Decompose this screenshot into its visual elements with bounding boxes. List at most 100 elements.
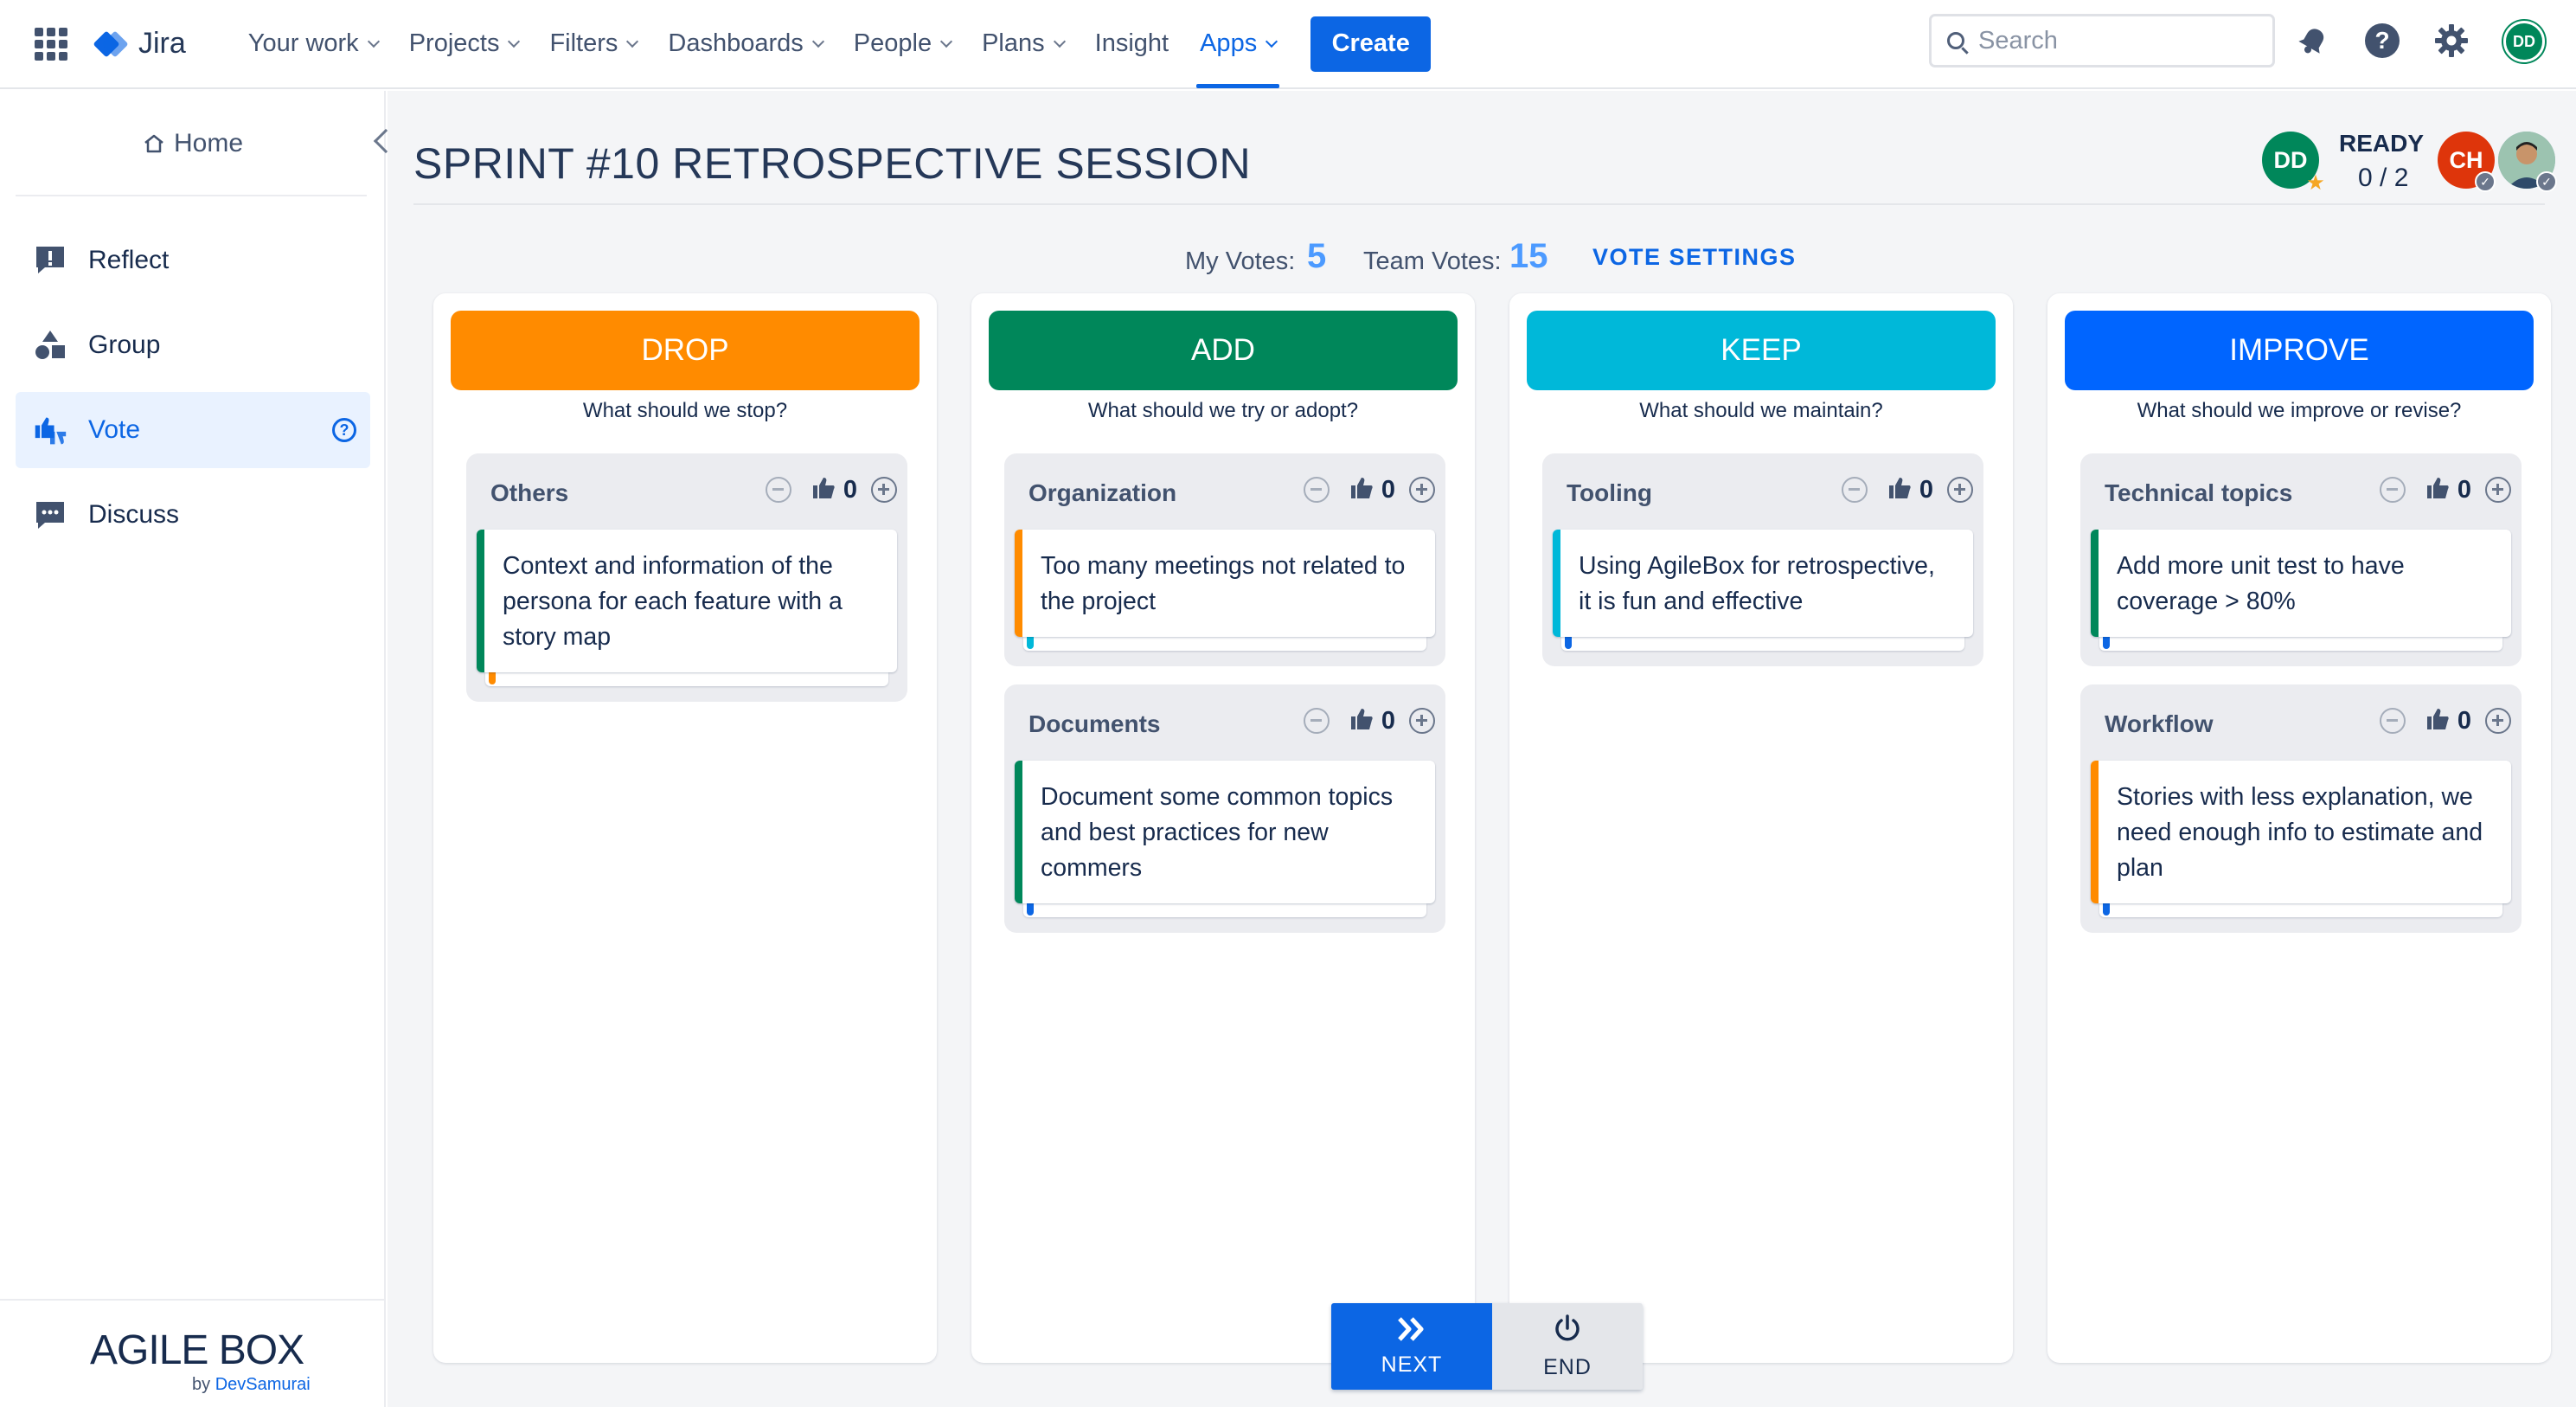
- notifications-bell-icon[interactable]: [2294, 22, 2332, 60]
- agilebox-logo: AGILE BOX: [90, 1327, 304, 1373]
- next-button[interactable]: NEXT: [1331, 1303, 1492, 1390]
- brand-footer: AGILE BOX by DevSamurai: [0, 1299, 386, 1407]
- search-field[interactable]: [1929, 14, 2275, 67]
- group-card[interactable]: Tooling 0 Using AgileBox for retrospective…: [1542, 453, 1983, 666]
- nav-item-label: Filters: [549, 29, 618, 57]
- vote-thumbs-icon: [33, 413, 67, 447]
- nav-item-your-work[interactable]: Your work: [233, 0, 394, 88]
- column-subtitle: What should we maintain?: [1639, 399, 1883, 422]
- thumbs-up-icon: [1330, 475, 1375, 505]
- retro-card[interactable]: Document some common topics and best pra…: [1015, 761, 1435, 903]
- retro-card[interactable]: Add more unit test to have coverage > 80…: [2091, 530, 2511, 637]
- chevron-down-icon: [1266, 35, 1278, 48]
- retro-card[interactable]: Context and information of the persona f…: [477, 530, 897, 672]
- group-title: Workflow: [2105, 710, 2214, 737]
- nav-item-label: Your work: [247, 29, 359, 57]
- group-vote-count: 0: [2457, 475, 2471, 504]
- end-button[interactable]: END: [1492, 1303, 1643, 1390]
- card-text: Too many meetings not related to the pro…: [1041, 552, 1406, 615]
- vote-help-icon[interactable]: ?: [332, 418, 356, 442]
- add-vote-icon[interactable]: [871, 477, 897, 503]
- column-header: DROP: [451, 311, 920, 390]
- sidebar-home-label: Home: [173, 129, 244, 157]
- check-icon: ✓: [2536, 171, 2557, 192]
- remove-vote-icon[interactable]: [1841, 477, 1868, 503]
- vote-settings-link[interactable]: VOTE SETTINGS: [1592, 244, 1797, 271]
- remove-vote-icon[interactable]: [2379, 708, 2406, 734]
- nav-item-dashboards[interactable]: Dashboards: [652, 0, 837, 88]
- search-input[interactable]: [1978, 26, 2238, 55]
- nav-item-label: Plans: [982, 29, 1045, 57]
- thumbs-up-icon: [1868, 475, 1913, 505]
- brand-byline: by DevSamurai: [192, 1375, 311, 1394]
- group-vote-count: 0: [1919, 475, 1933, 504]
- sidebar-home-link[interactable]: Home: [0, 91, 386, 196]
- nav-item-filters[interactable]: Filters: [534, 0, 652, 88]
- jira-logo[interactable]: Jira: [93, 27, 186, 61]
- sidebar-item-label: Group: [88, 331, 161, 359]
- add-vote-icon[interactable]: [1409, 477, 1435, 503]
- column-drop: DROP What should we stop? Others 0 Context a…: [433, 293, 937, 1363]
- create-button[interactable]: Create: [1310, 16, 1432, 72]
- primary-nav: Your work Projects Filters Dashboards People…: [233, 0, 1291, 88]
- chevron-down-icon: [940, 35, 953, 48]
- group-card[interactable]: Technical topics 0 Add more unit test to h…: [2080, 453, 2522, 666]
- group-vote-count: 0: [2457, 706, 2471, 735]
- card-color-bar: [2091, 761, 2099, 903]
- column-add: ADD What should we try or adopt? Organizat…: [971, 293, 1475, 1363]
- help-icon[interactable]: ?: [2363, 22, 2401, 60]
- vote-controls: 0: [765, 472, 897, 507]
- group-vote-count: 0: [1381, 475, 1395, 504]
- sidebar-item-label: Reflect: [88, 246, 170, 274]
- group-card[interactable]: Documents 0 Document some common topics an…: [1004, 684, 1445, 933]
- add-vote-icon[interactable]: [2485, 477, 2511, 503]
- nav-item-insight[interactable]: Insight: [1080, 0, 1184, 88]
- stacked-card-edge: [2099, 637, 2502, 651]
- reflect-icon: [33, 243, 67, 278]
- group-card[interactable]: Workflow 0 Stories with less explanation, …: [2080, 684, 2522, 933]
- nav-item-apps[interactable]: Apps: [1184, 0, 1291, 88]
- retro-card[interactable]: Stories with less explanation, we need e…: [2091, 761, 2511, 903]
- column-header: ADD: [989, 311, 1458, 390]
- remove-vote-icon[interactable]: [1303, 708, 1330, 734]
- stacked-card-edge: [1023, 637, 1426, 651]
- group-shapes-icon: [33, 328, 67, 363]
- stacked-card-edge: [1561, 637, 1964, 651]
- sidebar-item-label: Vote: [88, 415, 141, 444]
- nav-item-plans[interactable]: Plans: [966, 0, 1080, 88]
- add-vote-icon[interactable]: [2485, 708, 2511, 734]
- remove-vote-icon[interactable]: [2379, 477, 2406, 503]
- chevron-down-icon: [1053, 35, 1066, 48]
- retro-card[interactable]: Using AgileBox for retrospective, it is …: [1553, 530, 1973, 637]
- group-title: Technical topics: [2105, 479, 2293, 506]
- group-card[interactable]: Organization 0 Too many meetings not relat…: [1004, 453, 1445, 666]
- thumbs-up-icon: [2406, 475, 2451, 505]
- sidebar-item-reflect[interactable]: Reflect: [16, 222, 370, 299]
- group-card[interactable]: Others 0 Context and information of the pe…: [466, 453, 907, 702]
- chevron-down-icon: [626, 35, 639, 48]
- column-header: KEEP: [1527, 311, 1996, 390]
- user-avatar[interactable]: DD: [2503, 21, 2545, 62]
- settings-gear-icon[interactable]: [2432, 22, 2470, 60]
- nav-item-projects[interactable]: Projects: [394, 0, 535, 88]
- jira-logo-icon: [93, 27, 129, 61]
- double-chevron-right-icon: [1398, 1316, 1424, 1341]
- card-text: Stories with less explanation, we need e…: [2117, 783, 2483, 882]
- remove-vote-icon[interactable]: [1303, 477, 1330, 503]
- remove-vote-icon[interactable]: [765, 477, 791, 503]
- thumbs-up-icon: [2406, 706, 2451, 736]
- sidebar-item-discuss[interactable]: Discuss: [16, 477, 370, 553]
- nav-item-people[interactable]: People: [838, 0, 966, 88]
- my-votes-count: 5: [1307, 237, 1327, 275]
- thumbs-up-icon: [1330, 706, 1375, 736]
- session-controls: NEXT END: [1331, 1303, 1643, 1390]
- app-switcher-icon[interactable]: [35, 27, 67, 61]
- retro-card[interactable]: Too many meetings not related to the pro…: [1015, 530, 1435, 637]
- card-color-bar: [1015, 761, 1022, 903]
- divider: [16, 195, 367, 196]
- add-vote-icon[interactable]: [1409, 708, 1435, 734]
- sidebar-item-group[interactable]: Group: [16, 307, 370, 383]
- add-vote-icon[interactable]: [1947, 477, 1973, 503]
- sidebar-item-vote[interactable]: Vote ?: [16, 392, 370, 468]
- home-icon: [144, 134, 163, 153]
